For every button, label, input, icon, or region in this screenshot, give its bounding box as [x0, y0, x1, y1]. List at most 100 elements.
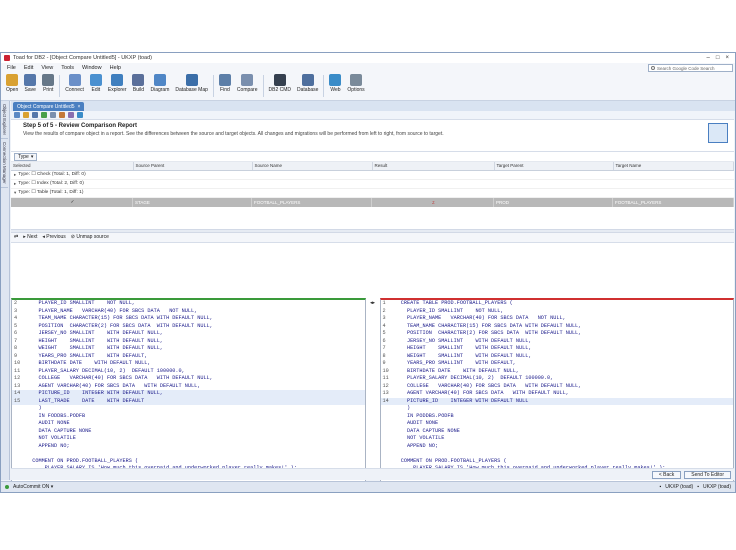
- code-line[interactable]: 3 PLAYER_NAME VARCHAR(40) FOR SBCS DATA …: [381, 315, 734, 323]
- toolbar-find-button[interactable]: Find: [216, 74, 234, 93]
- code-line[interactable]: 10 BIRTHDATE DATE WITH DEFAULT NULL,: [12, 360, 365, 368]
- tab-connection-manager[interactable]: Connection Manager: [1, 139, 8, 188]
- maximize-button[interactable]: □: [716, 55, 720, 61]
- col-source-name[interactable]: Source Name: [252, 162, 373, 171]
- code-line[interactable]: ): [381, 405, 734, 413]
- code-line[interactable]: 8 WEIGHT SMALLINT WITH DEFAULT NULL,: [381, 353, 734, 361]
- back-button[interactable]: < Back: [651, 470, 682, 479]
- menu-view[interactable]: View: [37, 65, 57, 71]
- menu-tools[interactable]: Tools: [57, 65, 78, 71]
- code-line[interactable]: 13 AGENT VARCHAR(40) FOR SBCS DATA WITH …: [12, 383, 365, 391]
- code-line[interactable]: 11 PLAYER_SALARY DECIMAL(10, 2) DEFAULT …: [12, 368, 365, 376]
- open-icon[interactable]: [23, 112, 29, 118]
- code-line[interactable]: 14 PICTURE_ID INTEGER WITH DEFAULT NULL,: [12, 390, 365, 398]
- code-line[interactable]: [381, 450, 734, 458]
- selected-checkbox[interactable]: ✓: [11, 197, 133, 207]
- code-line[interactable]: APPEND NO;: [12, 443, 365, 451]
- code-line[interactable]: 15 LAST_TRADE DATE WITH DEFAULT: [12, 397, 365, 405]
- source-pane[interactable]: 2 PLAYER_ID SMALLINT NOT NULL, 3 PLAYER_N…: [11, 298, 366, 492]
- code-line[interactable]: 4 TEAM_NAME CHARACTER(15) FOR SBCS DATA …: [12, 315, 365, 323]
- code-line[interactable]: 2 PLAYER_ID SMALLINT NOT NULL,: [381, 308, 734, 316]
- save-icon[interactable]: [32, 112, 38, 118]
- toolbar-options-button[interactable]: Options: [344, 74, 367, 93]
- group-row-index[interactable]: ▸ Type: ☐ Index (Total: 2, Diff: 0): [11, 180, 734, 189]
- code-line[interactable]: 13 AGENT VARCHAR(40) FOR SBCS DATA WITH …: [381, 390, 734, 398]
- code-line[interactable]: 4 TEAM_NAME CHARACTER(15) FOR SBCS DATA …: [381, 323, 734, 331]
- code-line[interactable]: COMMENT ON PROD.FOOTBALL_PLAYERS (: [381, 458, 734, 466]
- menu-file[interactable]: File: [3, 65, 20, 71]
- run-icon[interactable]: [41, 112, 47, 118]
- options-icon[interactable]: [68, 112, 74, 118]
- toolbar-connect-button[interactable]: Connect: [62, 74, 87, 93]
- toolbar-edit-button[interactable]: Edit: [87, 74, 105, 93]
- target-code[interactable]: 1 CREATE TABLE PROD.FOOTBALL_PLAYERS (2 …: [380, 300, 734, 473]
- col-result[interactable]: Result: [372, 162, 495, 171]
- toolbar-web-button[interactable]: Web: [326, 74, 344, 93]
- toolbar-db2-cmd-button[interactable]: DB2 CMD: [266, 74, 295, 93]
- toolbar-diagram-button[interactable]: Diagram: [147, 74, 172, 93]
- code-line[interactable]: 6 JERSEY_NO SMALLINT WITH DEFAULT NULL,: [381, 338, 734, 346]
- refresh-icon[interactable]: [77, 112, 83, 118]
- code-line[interactable]: DATA CAPTURE NONE: [381, 428, 734, 436]
- code-line[interactable]: 10 BIRTHDATE DATE WITH DEFAULT NULL,: [381, 368, 734, 376]
- tab-object-compare[interactable]: Object Compare Untitled5 ×: [13, 102, 85, 111]
- code-line[interactable]: 3 PLAYER_NAME VARCHAR(40) FOR SBCS DATA …: [12, 308, 365, 316]
- next-diff-button[interactable]: ▸ Next: [23, 234, 37, 240]
- pane-sync-icon[interactable]: ◂▸: [366, 298, 380, 492]
- minimize-button[interactable]: –: [707, 55, 710, 61]
- toolbar-explorer-button[interactable]: Explorer: [105, 74, 130, 93]
- connection-status-1[interactable]: UKXP (toad): [665, 484, 693, 490]
- type-group-button[interactable]: Type ▾: [14, 153, 38, 161]
- col-target-parent[interactable]: Target Parent: [494, 162, 614, 171]
- previous-diff-button[interactable]: ◂ Previous: [42, 234, 65, 240]
- toolbar-save-button[interactable]: Save: [21, 74, 39, 93]
- col-target-name[interactable]: Target Name: [613, 162, 734, 171]
- code-line[interactable]: ): [12, 405, 365, 413]
- code-line[interactable]: 6 JERSEY_NO SMALLINT WITH DEFAULT NULL,: [12, 330, 365, 338]
- group-row-table[interactable]: ▾ Type: ☐ Table (Total: 1, Diff: 1): [11, 189, 734, 198]
- code-line[interactable]: 5 POSITION CHARACTER(2) FOR SBCS DATA WI…: [12, 323, 365, 331]
- code-line[interactable]: AUDIT NONE: [12, 420, 365, 428]
- code-line[interactable]: 14 PICTURE_ID INTEGER WITH DEFAULT NULL: [380, 397, 733, 405]
- code-line[interactable]: 8 WEIGHT SMALLINT WITH DEFAULT NULL,: [12, 345, 365, 353]
- menu-window[interactable]: Window: [78, 65, 106, 71]
- menu-help[interactable]: Help: [106, 65, 125, 71]
- tab-object-explorer[interactable]: Object Explorer: [1, 101, 8, 140]
- collapse-icon[interactable]: ▾: [14, 190, 16, 196]
- col-source-parent[interactable]: Source Parent: [133, 162, 253, 171]
- code-line[interactable]: IN FODDBS.PODFB: [12, 413, 365, 421]
- code-line[interactable]: 11 PLAYER_SALARY DECIMAL(10, 2) DEFAULT …: [381, 375, 734, 383]
- toolbar-database-button[interactable]: Database: [294, 74, 321, 93]
- unmap-source-button[interactable]: ⊘ Unmap source: [71, 234, 109, 240]
- code-line[interactable]: 12 COLLEGE VARCHAR(40) FOR SBCS DATA WIT…: [381, 383, 734, 391]
- code-line[interactable]: 1 CREATE TABLE PROD.FOOTBALL_PLAYERS (: [381, 300, 734, 308]
- connection-status-2[interactable]: UKXP (toad): [703, 484, 731, 490]
- code-line[interactable]: NOT VOLATILE: [381, 435, 734, 443]
- code-line[interactable]: [12, 450, 365, 458]
- target-pane[interactable]: 1 CREATE TABLE PROD.FOOTBALL_PLAYERS (2 …: [379, 298, 734, 492]
- script-icon[interactable]: [59, 112, 65, 118]
- code-line[interactable]: 9 YEARS_PRO SMALLINT WITH DEFAULT,: [12, 353, 365, 361]
- code-line[interactable]: 12 COLLEGE VARCHAR(40) FOR SBCS DATA WIT…: [12, 375, 365, 383]
- autocommit-toggle[interactable]: AutoCommit ON ▾: [13, 484, 53, 490]
- menu-edit[interactable]: Edit: [20, 65, 37, 71]
- toolbar-print-button[interactable]: Print: [39, 74, 57, 93]
- report-icon[interactable]: [50, 112, 56, 118]
- code-line[interactable]: 7 HEIGHT SMALLINT WITH DEFAULT NULL,: [381, 345, 734, 353]
- close-tab-icon[interactable]: ×: [78, 104, 81, 110]
- expand-icon[interactable]: ▸: [14, 172, 16, 178]
- code-line[interactable]: 5 POSITION CHARACTER(2) FOR SBCS DATA WI…: [381, 330, 734, 338]
- toolbar-compare-button[interactable]: Compare: [234, 74, 261, 93]
- group-row-check[interactable]: ▸ Type: ☐ Check (Total: 1, Diff: 0): [11, 171, 734, 180]
- code-line[interactable]: 9 YEARS_PRO SMALLINT WITH DEFAULT,: [381, 360, 734, 368]
- code-line[interactable]: APPEND NO;: [381, 443, 734, 451]
- code-line[interactable]: DATA CAPTURE NONE: [12, 428, 365, 436]
- expand-icon[interactable]: ▸: [14, 181, 16, 187]
- code-line[interactable]: COMMENT ON PROD.FOOTBALL_PLAYERS (: [12, 458, 365, 466]
- toolbar-database-map-button[interactable]: Database Map: [172, 74, 211, 93]
- code-line[interactable]: 7 HEIGHT SMALLINT WITH DEFAULT NULL,: [12, 338, 365, 346]
- source-code[interactable]: 2 PLAYER_ID SMALLINT NOT NULL, 3 PLAYER_N…: [12, 300, 365, 473]
- search-input[interactable]: Search Google Code Search: [648, 64, 733, 72]
- new-icon[interactable]: [14, 112, 20, 118]
- code-line[interactable]: NOT VOLATILE: [12, 435, 365, 443]
